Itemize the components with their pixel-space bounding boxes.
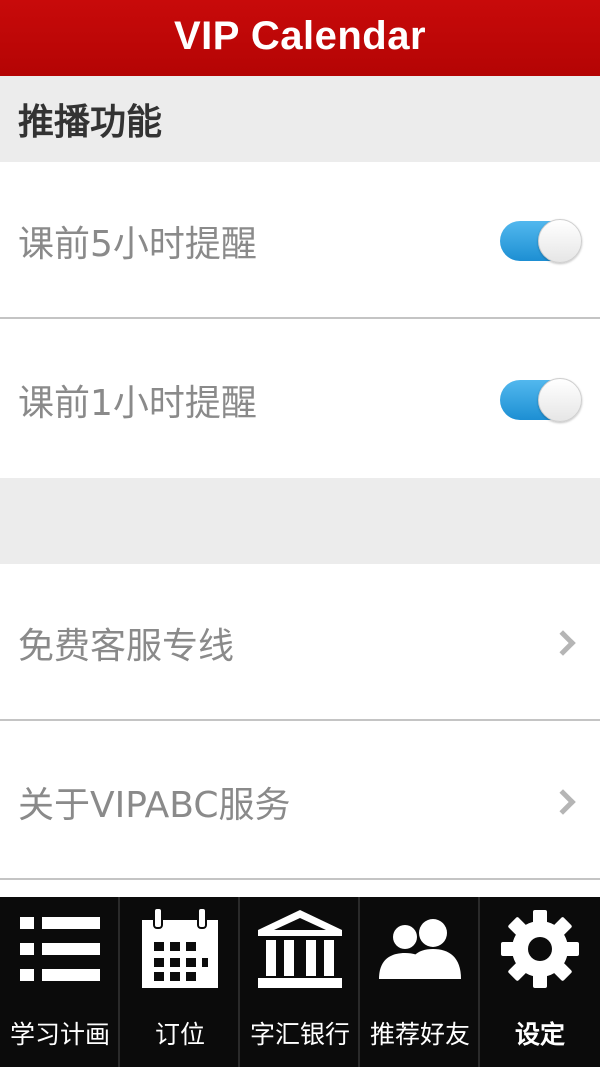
- app-header: VIP Calendar: [0, 0, 600, 76]
- push-section-title: 推播功能: [18, 102, 163, 143]
- reminder-5h-label: 课前5小时提醒: [18, 223, 257, 265]
- divider: [0, 878, 600, 880]
- reminder-1h-toggle[interactable]: [500, 377, 582, 422]
- calendar-icon: [120, 905, 240, 993]
- push-section-header: 推播功能: [0, 76, 600, 162]
- list-icon: [0, 905, 120, 993]
- about-vipabc-label: 关于VIPABC服务: [18, 784, 291, 826]
- app-title: VIP Calendar: [173, 13, 427, 58]
- friends-icon: [360, 905, 480, 993]
- tab-label: 订位: [154, 1020, 205, 1049]
- bottom-tab-bar: 学习计画 订位 字汇银行 推荐好友 设定: [0, 897, 600, 1067]
- tab-vocabulary-bank[interactable]: 字汇银行: [240, 897, 360, 1067]
- section-gap: [0, 478, 600, 564]
- divider: [0, 317, 600, 319]
- tab-label: 设定: [514, 1020, 565, 1049]
- toggle-knob: [538, 218, 582, 263]
- divider: [0, 719, 600, 721]
- customer-service-label: 免费客服专线: [18, 625, 235, 667]
- reminder-1h-row[interactable]: 课前1小时提醒: [0, 321, 600, 478]
- about-vipabc-row[interactable]: 关于VIPABC服务: [0, 723, 600, 880]
- gear-icon: [480, 905, 600, 993]
- reminder-1h-label: 课前1小时提醒: [18, 382, 257, 424]
- chevron-right-icon: [550, 788, 576, 815]
- chevron-right-icon: [550, 629, 576, 656]
- tab-booking[interactable]: 订位: [120, 897, 240, 1067]
- bank-icon: [240, 905, 360, 993]
- tab-settings[interactable]: 设定: [480, 897, 600, 1067]
- tab-label: 推荐好友: [369, 1020, 470, 1049]
- tab-refer-friends[interactable]: 推荐好友: [360, 897, 480, 1067]
- reminder-5h-row[interactable]: 课前5小时提醒: [0, 162, 600, 319]
- tab-label: 学习计画: [9, 1020, 110, 1049]
- customer-service-row[interactable]: 免费客服专线: [0, 564, 600, 721]
- reminder-5h-toggle[interactable]: [500, 218, 582, 263]
- tab-study-plan[interactable]: 学习计画: [0, 897, 120, 1067]
- toggle-knob: [538, 377, 582, 422]
- tab-label: 字汇银行: [249, 1020, 350, 1049]
